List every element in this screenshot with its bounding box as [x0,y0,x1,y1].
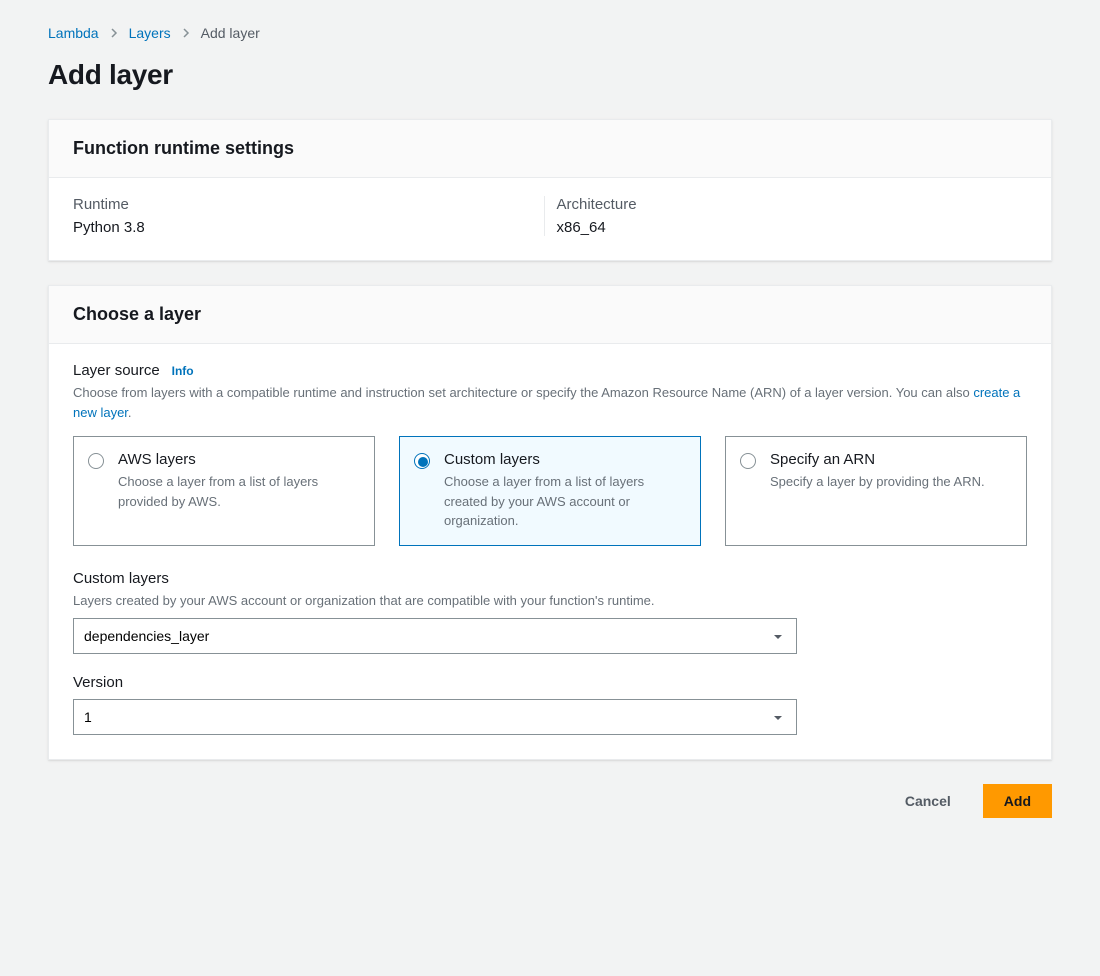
footer-actions: Cancel Add [48,784,1052,818]
choose-layer-body: Layer source Info Choose from layers wit… [49,344,1051,759]
info-link[interactable]: Info [172,364,194,378]
breadcrumb-current: Add layer [201,25,260,41]
layer-source-options: AWS layers Choose a layer from a list of… [73,436,1027,546]
version-label: Version [73,674,1027,691]
radio-custom-layers[interactable]: Custom layers Choose a layer from a list… [399,436,701,546]
radio-title: Custom layers [444,451,686,468]
radio-specify-arn[interactable]: Specify an ARN Specify a layer by provid… [725,436,1027,546]
add-button[interactable]: Add [983,784,1052,818]
version-select[interactable]: 1 [73,699,797,735]
radio-icon [740,453,756,469]
custom-layers-label: Custom layers [73,570,1027,587]
version-group: Version 1 [73,674,1027,735]
help-text-part: Choose from layers with a compatible run… [73,385,973,400]
runtime-grid: Runtime Python 3.8 Architecture x86_64 [49,178,1051,260]
radio-icon [88,453,104,469]
layer-source-label: Layer source [73,362,160,379]
panel-header: Choose a layer [49,286,1051,344]
runtime-field: Runtime Python 3.8 [73,196,545,236]
radio-aws-layers[interactable]: AWS layers Choose a layer from a list of… [73,436,375,546]
help-text-part: . [128,405,132,420]
custom-layers-select-wrap: dependencies_layer [73,618,1027,654]
page-title: Add layer [48,59,1052,91]
runtime-value: Python 3.8 [73,219,544,236]
function-runtime-panel: Function runtime settings Runtime Python… [48,119,1052,261]
radio-desc: Choose a layer from a list of layers cre… [444,472,686,531]
custom-layers-help: Layers created by your AWS account or or… [73,591,1027,611]
choose-layer-panel: Choose a layer Layer source Info Choose … [48,285,1052,760]
panel-header: Function runtime settings [49,120,1051,178]
layer-source-help: Choose from layers with a compatible run… [73,383,1027,422]
runtime-label: Runtime [73,196,544,213]
radio-title: AWS layers [118,451,360,468]
breadcrumb: Lambda Layers Add layer [48,25,1052,41]
radio-icon [414,453,430,469]
radio-desc: Specify a layer by providing the ARN. [770,472,1012,492]
architecture-label: Architecture [557,196,1028,213]
runtime-settings-heading: Function runtime settings [73,138,1027,159]
radio-title: Specify an ARN [770,451,1012,468]
radio-desc: Choose a layer from a list of layers pro… [118,472,360,511]
cancel-button[interactable]: Cancel [885,784,971,818]
architecture-field: Architecture x86_64 [545,196,1028,236]
version-select-wrap: 1 [73,699,1027,735]
choose-layer-heading: Choose a layer [73,304,1027,325]
breadcrumb-layers[interactable]: Layers [129,25,171,41]
architecture-value: x86_64 [557,219,1028,236]
chevron-right-icon [109,28,119,38]
custom-layers-group: Custom layers Layers created by your AWS… [73,570,1027,655]
custom-layers-select[interactable]: dependencies_layer [73,618,797,654]
chevron-right-icon [181,28,191,38]
layer-source-section: Layer source Info Choose from layers wit… [73,362,1027,422]
breadcrumb-lambda[interactable]: Lambda [48,25,99,41]
